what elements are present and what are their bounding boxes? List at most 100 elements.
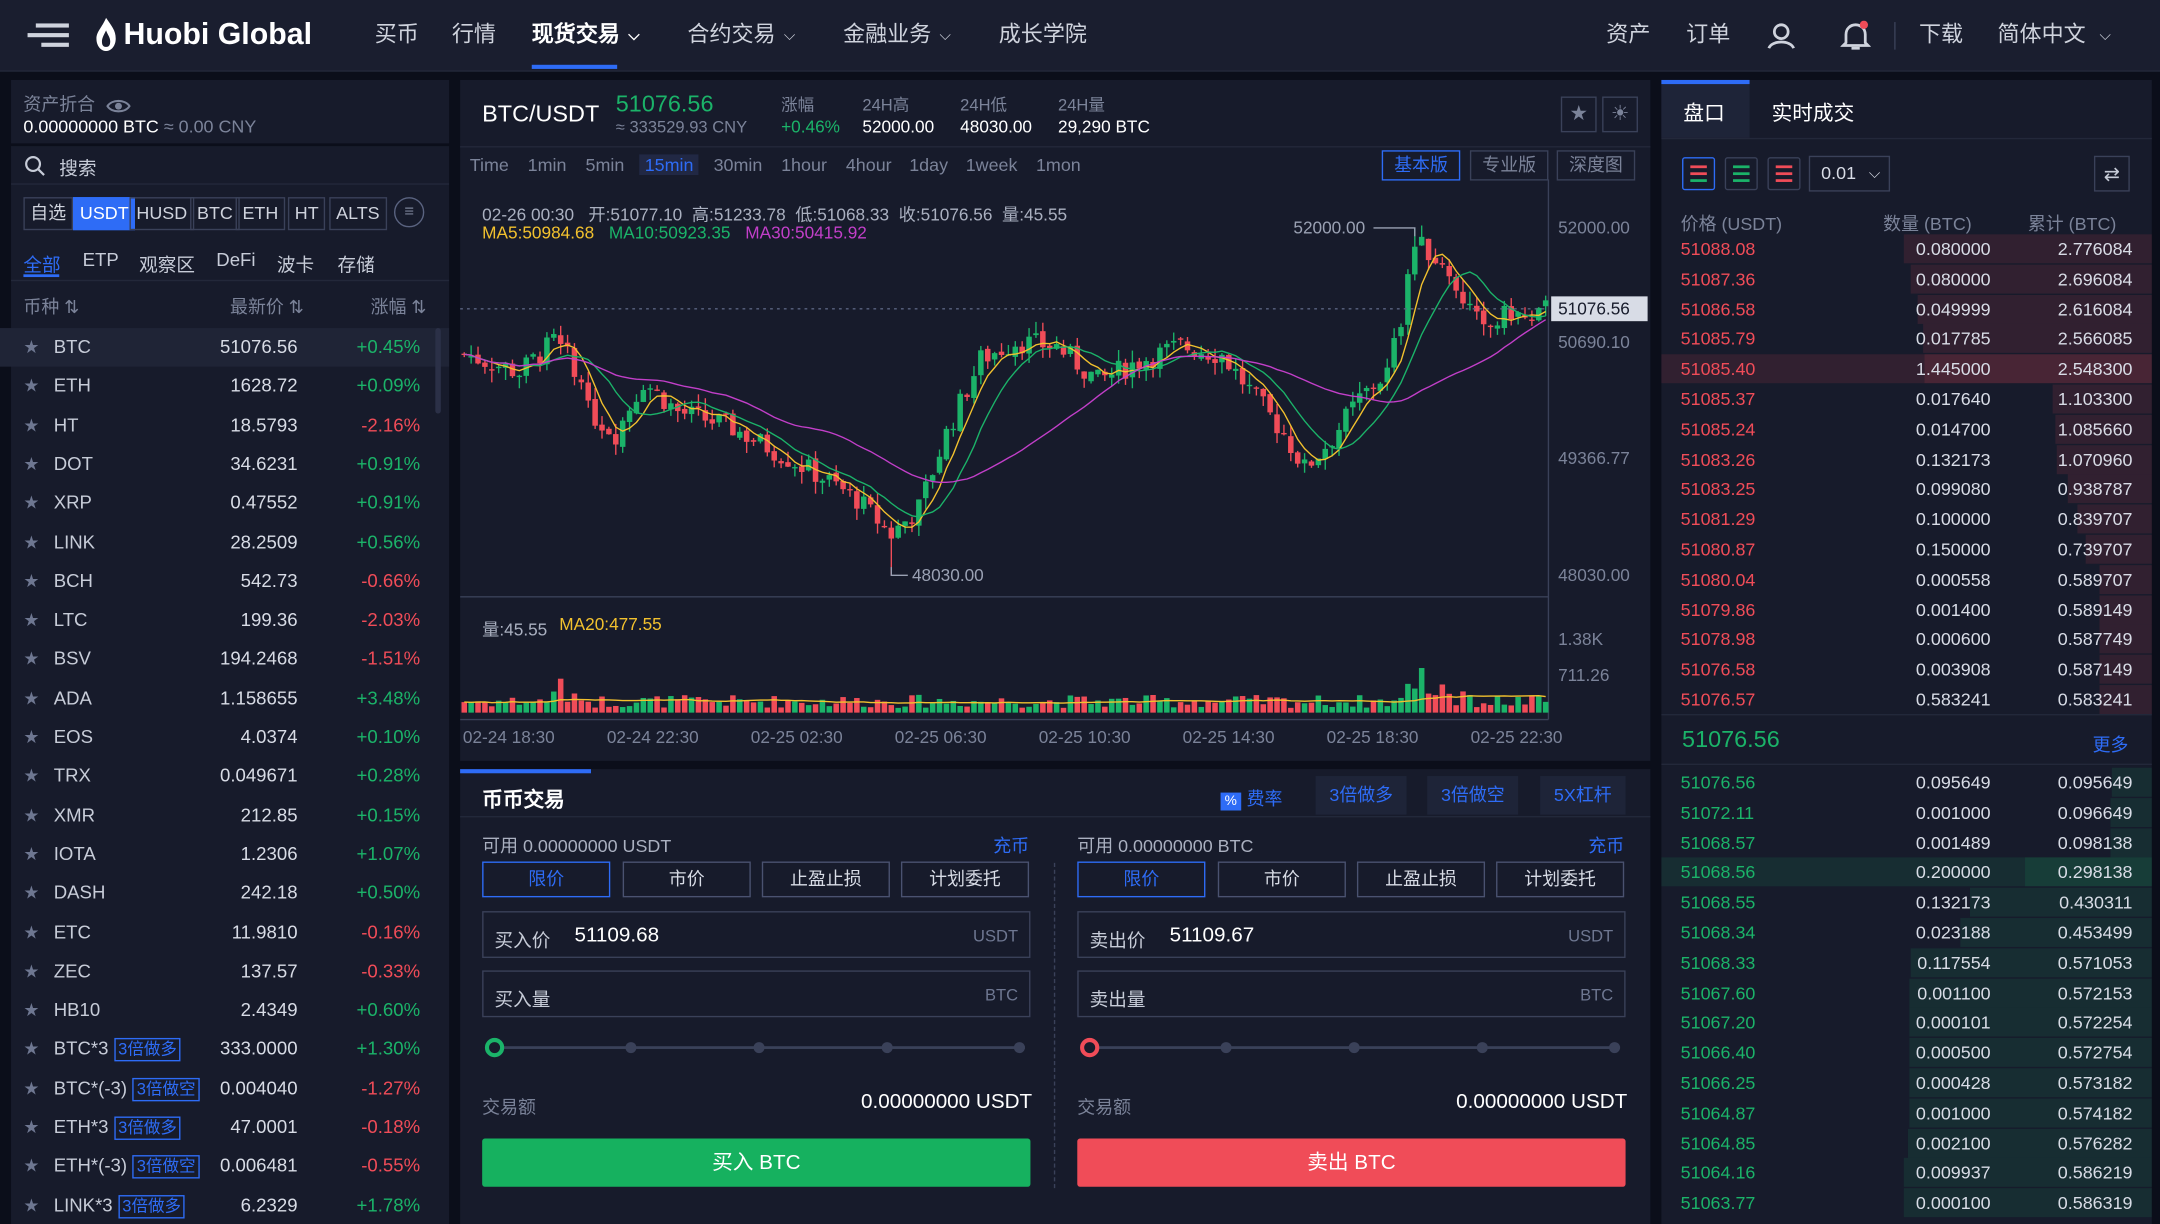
star-icon[interactable]: ★ bbox=[23, 1117, 39, 1139]
candlestick-chart[interactable]: 52000.00 50690.10 49366.77 48030.00 51076.56… bbox=[460, 179, 1650, 761]
sell-btc-button[interactable]: 卖出 BTC bbox=[1077, 1138, 1626, 1187]
star-icon[interactable]: ★ bbox=[23, 570, 39, 592]
bid-row[interactable]: 51064.87 0.001000 0.574182 bbox=[1661, 1098, 2152, 1128]
star-icon[interactable]: ★ bbox=[23, 1038, 39, 1060]
bid-row[interactable]: 51068.55 0.132173 0.430311 bbox=[1661, 887, 2152, 918]
column-price[interactable]: 最新价 ⇅ bbox=[230, 292, 304, 318]
sell-type-market[interactable]: 市价 bbox=[1217, 861, 1346, 898]
quote-tab-btc[interactable]: BTC bbox=[190, 197, 240, 231]
ask-row[interactable]: 51083.25 0.099080 0.938787 bbox=[1661, 474, 2152, 505]
nav-orders[interactable]: 订单 bbox=[1686, 0, 1730, 72]
buy-amount-input[interactable]: 买入量 BTC bbox=[482, 970, 1031, 1018]
bid-row[interactable]: 51072.11 0.001000 0.096649 bbox=[1661, 797, 2152, 828]
market-row[interactable]: ★ ETH 1628.72 +0.09% bbox=[0, 367, 449, 406]
sell-type-stop[interactable]: 止盈止损 bbox=[1356, 861, 1486, 898]
buy-price-input[interactable]: 买入价 51109.68 USDT bbox=[482, 911, 1031, 958]
slider-step[interactable] bbox=[881, 1042, 893, 1054]
bid-row[interactable]: 51068.33 0.117554 0.571053 bbox=[1661, 948, 2152, 978]
market-row[interactable]: ★ ETH*(-3) 3倍做空 0.006481 -0.55% bbox=[0, 1147, 449, 1186]
timeframe-1mon[interactable]: 1mon bbox=[1036, 154, 1081, 175]
bid-row[interactable]: 51068.34 0.023188 0.453499 bbox=[1661, 918, 2152, 948]
eye-icon[interactable] bbox=[105, 97, 131, 114]
bell-icon[interactable] bbox=[1839, 20, 1872, 51]
nav-spot-trading[interactable]: 现货交易 ⌵ bbox=[532, 0, 640, 72]
timeframe-30min[interactable]: 30min bbox=[714, 154, 763, 175]
ask-row[interactable]: 51085.40 1.445000 2.548300 bbox=[1661, 354, 2152, 385]
market-row[interactable]: ★ HB10 2.4349 +0.60% bbox=[0, 991, 449, 1030]
market-row[interactable]: ★ LINK*3 3倍做多 6.2329 +1.78% bbox=[0, 1186, 449, 1224]
slider-step[interactable] bbox=[753, 1042, 765, 1054]
market-row[interactable]: ★ BTC 51076.56 +0.45% bbox=[0, 328, 450, 367]
ask-row[interactable]: 51086.58 0.049999 2.616084 bbox=[1661, 294, 2152, 324]
buy-btc-button[interactable]: 买入 BTC bbox=[482, 1138, 1031, 1187]
view-both-icon[interactable] bbox=[1682, 157, 1716, 191]
market-row[interactable]: ★ BTC*(-3) 3倍做空 0.004040 -1.27% bbox=[0, 1069, 449, 1108]
market-row[interactable]: ★ EOS 4.0374 +0.10% bbox=[0, 718, 449, 757]
category-tab-polkadot[interactable]: 波卡 bbox=[277, 249, 314, 277]
star-icon[interactable]: ★ bbox=[23, 999, 39, 1021]
star-icon[interactable]: ★ bbox=[23, 414, 39, 436]
chart-view-depth[interactable]: 深度图 bbox=[1556, 150, 1636, 181]
slider-handle[interactable] bbox=[1080, 1037, 1100, 1058]
star-icon[interactable]: ★ bbox=[23, 648, 39, 670]
chart-view-pro[interactable]: 专业版 bbox=[1469, 150, 1549, 181]
buy-type-limit[interactable]: 限价 bbox=[482, 861, 611, 898]
nav-buy-crypto[interactable]: 买币 bbox=[375, 0, 419, 72]
market-row[interactable]: ★ IOTA 1.2306 +1.07% bbox=[0, 835, 449, 874]
star-icon[interactable]: ★ bbox=[23, 687, 39, 709]
ask-row[interactable]: 51085.79 0.017785 2.566085 bbox=[1661, 324, 2152, 354]
trade-tab-spot[interactable]: 币币交易 bbox=[482, 784, 565, 813]
buy-deposit-link[interactable]: 充币 bbox=[993, 831, 1029, 857]
star-icon[interactable]: ★ bbox=[23, 375, 39, 397]
ask-row[interactable]: 51081.29 0.100000 0.839707 bbox=[1661, 504, 2152, 535]
star-icon[interactable]: ★ bbox=[23, 765, 39, 787]
market-row[interactable]: ★ XMR 212.85 +0.15% bbox=[0, 796, 449, 835]
quote-tab-usdt[interactable]: USDT bbox=[73, 197, 136, 231]
sell-price-input[interactable]: 卖出价 51109.67 USDT bbox=[1077, 911, 1626, 958]
timeframe-1min[interactable]: 1min bbox=[528, 154, 567, 175]
nav-assets[interactable]: 资产 bbox=[1606, 0, 1650, 72]
timeframe-5min[interactable]: 5min bbox=[585, 154, 624, 175]
star-icon[interactable]: ★ bbox=[23, 531, 39, 553]
star-icon[interactable]: ★ bbox=[23, 1195, 39, 1217]
market-row[interactable]: ★ DASH 242.18 +0.50% bbox=[0, 874, 449, 913]
timeframe-15min[interactable]: 15min bbox=[639, 154, 700, 176]
more-tabs-icon[interactable]: ≡ bbox=[393, 197, 425, 228]
ask-row[interactable]: 51085.24 0.014700 1.085660 bbox=[1661, 414, 2152, 445]
bid-row[interactable]: 51076.56 0.095649 0.095649 bbox=[1661, 767, 2152, 798]
ask-row[interactable]: 51078.98 0.000600 0.587749 bbox=[1661, 624, 2152, 655]
star-icon[interactable]: ★ bbox=[23, 882, 39, 904]
market-row[interactable]: ★ ZEC 137.57 -0.33% bbox=[0, 952, 449, 991]
star-icon[interactable]: ★ bbox=[23, 492, 39, 514]
slider-step[interactable] bbox=[1476, 1042, 1488, 1054]
market-row[interactable]: ★ ETH*3 3倍做多 47.0001 -0.18% bbox=[0, 1108, 449, 1147]
search-input[interactable]: 搜索 bbox=[59, 153, 96, 181]
buy-type-market[interactable]: 市价 bbox=[622, 861, 751, 898]
precision-select[interactable]: 0.01 ⌵ bbox=[1808, 155, 1891, 192]
bid-row[interactable]: 51063.77 0.000100 0.586319 bbox=[1661, 1188, 2152, 1218]
chart-view-basic[interactable]: 基本版 bbox=[1381, 150, 1461, 181]
timeframe-1hour[interactable]: 1hour bbox=[781, 154, 827, 175]
nav-futures[interactable]: 合约交易 ⌵ bbox=[687, 0, 795, 72]
slider-step[interactable] bbox=[1220, 1042, 1232, 1054]
ask-row[interactable]: 51085.37 0.017640 1.103300 bbox=[1661, 384, 2152, 415]
nav-markets[interactable]: 行情 bbox=[452, 0, 496, 72]
theme-sun-icon[interactable]: ☀ bbox=[1602, 96, 1638, 133]
ask-row[interactable]: 51083.26 0.132173 1.070960 bbox=[1661, 444, 2152, 475]
category-tab-all[interactable]: 全部 bbox=[23, 249, 60, 277]
bid-row[interactable]: 51066.40 0.000500 0.572754 bbox=[1661, 1038, 2152, 1068]
ask-row[interactable]: 51088.08 0.080000 2.776084 bbox=[1661, 234, 2152, 264]
market-row[interactable]: ★ LTC 199.36 -2.03% bbox=[0, 601, 449, 640]
tab-recent-trades[interactable]: 实时成交 bbox=[1772, 98, 1855, 127]
search-bar[interactable]: 搜索 bbox=[11, 146, 450, 185]
bid-row[interactable]: 51068.56 0.200000 0.298138 bbox=[1661, 857, 2152, 888]
slider-step[interactable] bbox=[1609, 1042, 1621, 1054]
nav-academy[interactable]: 成长学院 bbox=[999, 0, 1087, 72]
sell-amount-input[interactable]: 卖出量 BTC bbox=[1077, 970, 1626, 1018]
star-icon[interactable]: ★ bbox=[23, 921, 39, 943]
quote-tab-eth[interactable]: ETH bbox=[235, 197, 286, 231]
market-row[interactable]: ★ BCH 542.73 -0.66% bbox=[0, 562, 449, 601]
column-change[interactable]: 涨幅 ⇅ bbox=[371, 292, 427, 318]
ask-row[interactable]: 51076.57 0.583241 0.583241 bbox=[1661, 685, 2152, 715]
timeframe-time[interactable]: Time bbox=[470, 154, 509, 175]
